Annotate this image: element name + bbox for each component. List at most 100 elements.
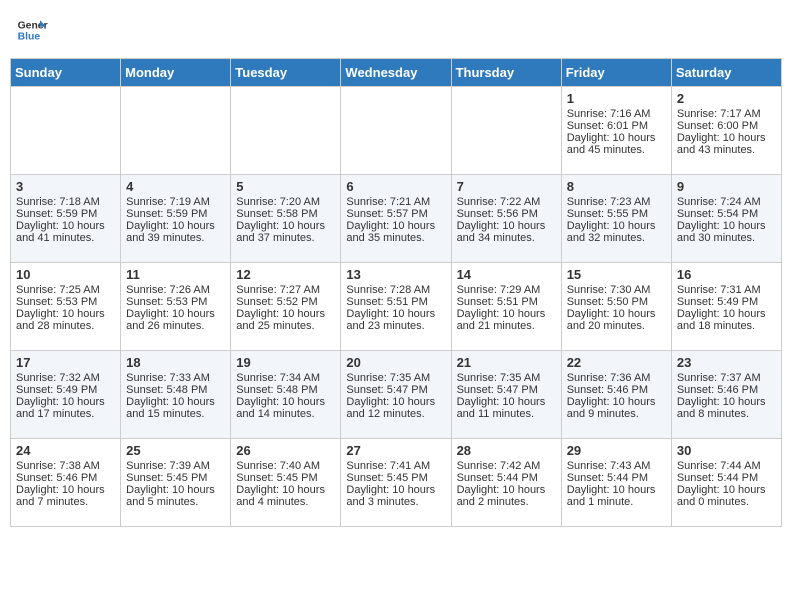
day-info: Daylight: 10 hours and 26 minutes. <box>126 308 225 332</box>
day-info: Sunset: 6:01 PM <box>567 120 666 132</box>
day-cell: 27Sunrise: 7:41 AMSunset: 5:45 PMDayligh… <box>341 439 451 527</box>
day-cell: 1Sunrise: 7:16 AMSunset: 6:01 PMDaylight… <box>561 87 671 175</box>
day-info: Daylight: 10 hours and 45 minutes. <box>567 132 666 156</box>
day-number: 22 <box>567 355 666 370</box>
day-cell <box>341 87 451 175</box>
day-info: Sunrise: 7:38 AM <box>16 460 115 472</box>
day-info: Sunrise: 7:36 AM <box>567 372 666 384</box>
day-info: Daylight: 10 hours and 12 minutes. <box>346 396 445 420</box>
week-row-4: 17 Sunrise: 7:32 AMSunset: 5:49 PM Dayligh… <box>11 351 782 439</box>
day-info: Sunrise: 7:18 AM <box>16 196 115 208</box>
day-number: 7 <box>457 179 556 194</box>
day-info: Sunrise: 7:19 AM <box>126 196 225 208</box>
day-info: Daylight: 10 hours and 11 minutes. <box>457 396 556 420</box>
page-header: General Blue <box>10 10 782 50</box>
day-cell: 3Sunrise: 7:18 AMSunset: 5:59 PMDaylight… <box>11 175 121 263</box>
day-number: 14 <box>457 267 556 282</box>
day-info: Sunrise: 7:26 AM <box>126 284 225 296</box>
day-cell <box>121 87 231 175</box>
day-info: Sunset: 5:45 PM <box>346 472 445 484</box>
day-info: Sunset: 5:51 PM <box>457 296 556 308</box>
day-info: Daylight: 10 hours and 14 minutes. <box>236 396 335 420</box>
day-cell <box>231 87 341 175</box>
day-cell: 21Sunrise: 7:35 AMSunset: 5:47 PMDayligh… <box>451 351 561 439</box>
day-info: Sunrise: 7:35 AM <box>346 372 445 384</box>
day-info: Sunset: 5:49 PM <box>16 384 115 396</box>
day-header-sunday: Sunday <box>11 59 121 87</box>
day-info: Sunset: 5:45 PM <box>236 472 335 484</box>
day-number: 30 <box>677 443 776 458</box>
day-cell <box>451 87 561 175</box>
day-info: Sunrise: 7:34 AM <box>236 372 335 384</box>
day-header-wednesday: Wednesday <box>341 59 451 87</box>
day-cell: 25Sunrise: 7:39 AMSunset: 5:45 PMDayligh… <box>121 439 231 527</box>
day-info: Sunset: 5:54 PM <box>677 208 776 220</box>
day-info: Sunset: 5:59 PM <box>16 208 115 220</box>
day-cell: 22Sunrise: 7:36 AMSunset: 5:46 PMDayligh… <box>561 351 671 439</box>
day-info: Daylight: 10 hours and 9 minutes. <box>567 396 666 420</box>
day-number: 17 <box>16 355 115 370</box>
week-row-2: 3Sunrise: 7:18 AMSunset: 5:59 PMDaylight… <box>11 175 782 263</box>
day-info: Sunset: 5:46 PM <box>16 472 115 484</box>
day-info: Daylight: 10 hours and 3 minutes. <box>346 484 445 508</box>
day-info: Daylight: 10 hours and 5 minutes. <box>126 484 225 508</box>
day-info: Sunrise: 7:32 AM <box>16 372 115 384</box>
day-info: Sunset: 5:48 PM <box>126 384 225 396</box>
day-number: 21 <box>457 355 556 370</box>
logo: General Blue <box>16 14 48 46</box>
day-header-friday: Friday <box>561 59 671 87</box>
day-info: Sunset: 5:47 PM <box>346 384 445 396</box>
day-info: Sunrise: 7:31 AM <box>677 284 776 296</box>
day-header-monday: Monday <box>121 59 231 87</box>
day-number: 27 <box>346 443 445 458</box>
day-header-thursday: Thursday <box>451 59 561 87</box>
day-number: 6 <box>346 179 445 194</box>
day-info: Sunrise: 7:29 AM <box>457 284 556 296</box>
day-number: 16 <box>677 267 776 282</box>
svg-text:Blue: Blue <box>18 32 41 43</box>
day-number: 4 <box>126 179 225 194</box>
day-number: 5 <box>236 179 335 194</box>
day-info: Sunset: 5:52 PM <box>236 296 335 308</box>
day-number: 29 <box>567 443 666 458</box>
day-cell: 7Sunrise: 7:22 AMSunset: 5:56 PMDaylight… <box>451 175 561 263</box>
day-info: Daylight: 10 hours and 21 minutes. <box>457 308 556 332</box>
day-info: Sunset: 5:50 PM <box>567 296 666 308</box>
day-info: Daylight: 10 hours and 37 minutes. <box>236 220 335 244</box>
day-cell: 30Sunrise: 7:44 AMSunset: 5:44 PMDayligh… <box>671 439 781 527</box>
day-number: 25 <box>126 443 225 458</box>
day-number: 2 <box>677 91 776 106</box>
day-number: 10 <box>16 267 115 282</box>
day-info: Daylight: 10 hours and 8 minutes. <box>677 396 776 420</box>
day-info: Daylight: 10 hours and 0 minutes. <box>677 484 776 508</box>
day-cell: 6Sunrise: 7:21 AMSunset: 5:57 PMDaylight… <box>341 175 451 263</box>
day-number: 13 <box>346 267 445 282</box>
day-info: Sunrise: 7:23 AM <box>567 196 666 208</box>
day-info: Daylight: 10 hours and 15 minutes. <box>126 396 225 420</box>
day-cell: 19 Sunrise: 7:34 AMSunset: 5:48 PMDayligh… <box>231 351 341 439</box>
day-info: Sunset: 5:53 PM <box>16 296 115 308</box>
day-info: Sunset: 5:48 PM <box>236 384 335 396</box>
day-info: Daylight: 10 hours and 23 minutes. <box>346 308 445 332</box>
day-cell: 12Sunrise: 7:27 AMSunset: 5:52 PMDayligh… <box>231 263 341 351</box>
day-cell: 20Sunrise: 7:35 AMSunset: 5:47 PMDayligh… <box>341 351 451 439</box>
day-info: Sunset: 5:55 PM <box>567 208 666 220</box>
day-info: Sunrise: 7:16 AM <box>567 108 666 120</box>
day-info: Sunset: 5:44 PM <box>457 472 556 484</box>
day-info: Sunset: 5:59 PM <box>126 208 225 220</box>
day-info: Sunrise: 7:42 AM <box>457 460 556 472</box>
day-cell: 13Sunrise: 7:28 AMSunset: 5:51 PMDayligh… <box>341 263 451 351</box>
day-info: Daylight: 10 hours and 1 minute. <box>567 484 666 508</box>
day-info: Sunset: 5:49 PM <box>677 296 776 308</box>
day-info: Daylight: 10 hours and 25 minutes. <box>236 308 335 332</box>
day-cell: 14 Sunrise: 7:29 AMSunset: 5:51 PMDayligh… <box>451 263 561 351</box>
day-number: 12 <box>236 267 335 282</box>
day-info: Daylight: 10 hours and 20 minutes. <box>567 308 666 332</box>
day-info: Daylight: 10 hours and 7 minutes. <box>16 484 115 508</box>
day-cell: 11Sunrise: 7:26 AMSunset: 5:53 PMDayligh… <box>121 263 231 351</box>
week-row-3: 10Sunrise: 7:25 AMSunset: 5:53 PMDayligh… <box>11 263 782 351</box>
logo-icon: General Blue <box>16 14 48 46</box>
day-info: Sunset: 5:56 PM <box>457 208 556 220</box>
day-info: Daylight: 10 hours and 28 minutes. <box>16 308 115 332</box>
day-number: 19 <box>236 355 335 370</box>
